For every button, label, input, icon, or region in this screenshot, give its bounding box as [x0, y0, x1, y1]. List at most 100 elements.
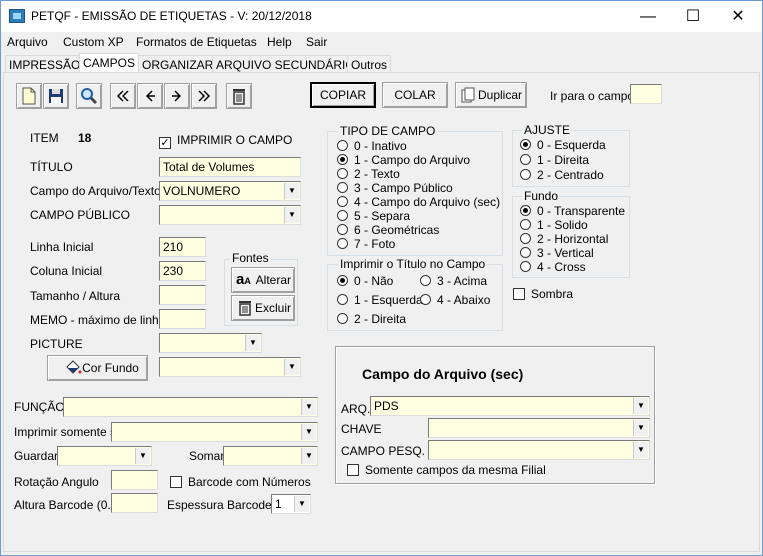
imprimir-campo-checkbox[interactable]: ✓ IMPRIMIR O CAMPO [159, 133, 292, 149]
imprimir-se-select[interactable]: ▼ [111, 422, 318, 442]
cor-fundo-select[interactable]: ▼ [159, 357, 301, 377]
duplicate-icon [461, 87, 475, 103]
fundo-option-2[interactable]: 2 - Horizontal [520, 232, 608, 246]
last-icon[interactable] [191, 83, 217, 109]
somar-select[interactable]: ▼ [223, 446, 318, 466]
menu-formatos[interactable]: Formatos de Etiquetas [136, 35, 257, 49]
fundo-option-4[interactable]: 4 - Cross [520, 260, 586, 274]
radio-unselected-icon [337, 196, 348, 207]
alterar-font-button[interactable]: aA Alterar [231, 267, 295, 293]
maximize-button[interactable]: ☐ [670, 1, 716, 32]
tab-impressao[interactable]: IMPRESSÃO [5, 55, 85, 73]
campo-arquivo-label: Campo do Arquivo/Texto [30, 184, 161, 198]
chave-select[interactable]: ▼ [428, 418, 650, 438]
trash-icon[interactable] [226, 83, 252, 109]
radio-selected-icon [337, 275, 348, 286]
option-label: 0 - Esquerda [537, 138, 606, 152]
fundo-option-0[interactable]: 0 - Transparente [520, 204, 625, 218]
option-label: 0 - Inativo [354, 139, 407, 153]
coluna-inicial-label: Coluna Inicial [30, 264, 103, 278]
radio-unselected-icon [420, 294, 431, 305]
somar-label: Somar [189, 449, 225, 463]
imprimir-titulo-option-2[interactable]: 2 - Direita [337, 312, 406, 326]
fundo-option-3[interactable]: 3 - Vertical [520, 246, 594, 260]
tamanho-input[interactable] [159, 285, 206, 305]
ir-para-input[interactable] [630, 84, 662, 104]
tipo-campo-option-3[interactable]: 3 - Campo Público [337, 181, 453, 195]
radio-unselected-icon [520, 261, 531, 272]
new-file-icon[interactable] [16, 83, 42, 109]
tipo-campo-option-6[interactable]: 6 - Geométricas [337, 223, 439, 237]
option-label: 3 - Vertical [537, 246, 594, 260]
barcode-numeros-label: Barcode com Números [188, 475, 311, 489]
espessura-select[interactable]: 1 ▼ [271, 494, 311, 514]
option-label: 2 - Direita [354, 312, 407, 326]
copiar-button[interactable]: COPIAR [310, 82, 376, 108]
mesma-filial-checkbox[interactable]: Somente campos da mesma Filial [347, 463, 546, 477]
picture-label: PICTURE [30, 337, 83, 351]
option-label: 1 - Campo do Arquivo [354, 153, 471, 167]
tipo-campo-option-5[interactable]: 5 - Separa [337, 209, 410, 223]
campo-publico-select[interactable]: ▼ [159, 205, 301, 225]
tipo-campo-option-1[interactable]: 1 - Campo do Arquivo [337, 153, 470, 167]
minimize-button[interactable]: — [625, 1, 671, 32]
campo-pesq-select[interactable]: ▼ [428, 440, 650, 460]
linha-inicial-input[interactable]: 210 [159, 237, 206, 257]
fundo-option-1[interactable]: 1 - Solido [520, 218, 588, 232]
ajuste-label: AJUSTE [522, 123, 573, 137]
titulo-input[interactable]: Total de Volumes [159, 157, 301, 177]
save-icon[interactable] [43, 83, 69, 109]
guardar-select[interactable]: ▼ [57, 446, 152, 466]
arq-select[interactable]: PDS ▼ [370, 396, 650, 416]
option-label: 6 - Geométricas [354, 223, 440, 237]
ajuste-option-2[interactable]: 2 - Centrado [520, 168, 604, 182]
ajuste-option-1[interactable]: 1 - Direita [520, 153, 589, 167]
imprimir-titulo-option-1[interactable]: 1 - Esquerda [337, 293, 423, 307]
radio-unselected-icon [337, 140, 348, 151]
cor-fundo-button[interactable]: Cor Fundo [47, 355, 148, 381]
colar-button[interactable]: COLAR [382, 82, 448, 108]
tab-organizar[interactable]: ORGANIZAR [138, 55, 218, 73]
ajuste-option-0[interactable]: 0 - Esquerda [520, 138, 606, 152]
coluna-inicial-input[interactable]: 230 [159, 261, 206, 281]
tipo-campo-label: TIPO DE CAMPO [338, 124, 438, 138]
campo-pesq-label: CAMPO PESQ. [341, 444, 426, 458]
funcao-select[interactable]: ▼ [63, 397, 318, 417]
tipo-campo-option-7[interactable]: 7 - Foto [337, 237, 395, 251]
tab-outros[interactable]: Outros [347, 55, 392, 73]
option-label: 5 - Separa [354, 209, 411, 223]
menu-sair[interactable]: Sair [306, 35, 327, 49]
tipo-campo-option-0[interactable]: 0 - Inativo [337, 139, 407, 153]
ir-para-label: Ir para o campo [550, 89, 635, 103]
imprimir-titulo-option-4[interactable]: 4 - Abaixo [420, 293, 490, 307]
tab-arquivo-secundario[interactable]: ARQUIVO SECUNDÁRIO [212, 55, 359, 73]
radio-unselected-icon [337, 210, 348, 221]
menu-custom-xp[interactable]: Custom XP [63, 35, 124, 49]
first-icon[interactable] [110, 83, 136, 109]
menu-arquivo[interactable]: Arquivo [7, 35, 48, 49]
option-label: 3 - Acima [437, 274, 488, 288]
memo-input[interactable] [159, 309, 206, 329]
imprimir-titulo-option-0[interactable]: 0 - Não [337, 274, 393, 288]
tipo-campo-option-2[interactable]: 2 - Texto [337, 167, 400, 181]
excluir-font-button[interactable]: Excluir [231, 295, 295, 321]
duplicar-button[interactable]: Duplicar [455, 82, 527, 108]
sec-panel-title: Campo do Arquivo (sec) [362, 366, 524, 382]
sombra-checkbox[interactable]: Sombra [513, 287, 573, 301]
barcode-numeros-checkbox[interactable]: Barcode com Números [170, 475, 311, 489]
close-button[interactable]: ✕ [715, 1, 761, 32]
campo-arquivo-select[interactable]: VOLNUMERO ▼ [159, 181, 301, 201]
tipo-campo-option-4[interactable]: 4 - Campo do Arquivo (sec) [337, 195, 500, 209]
altura-barcode-input[interactable] [111, 493, 158, 513]
rotacao-input[interactable] [111, 470, 158, 490]
espessura-label: Espessura Barcode [167, 498, 272, 512]
next-icon[interactable] [164, 83, 190, 109]
search-icon[interactable] [76, 83, 102, 109]
menu-help[interactable]: Help [267, 35, 292, 49]
tab-campos[interactable]: CAMPOS [79, 53, 140, 74]
option-label: 1 - Solido [537, 218, 588, 232]
option-label: 1 - Esquerda [354, 293, 423, 307]
imprimir-titulo-option-3[interactable]: 3 - Acima [420, 274, 487, 288]
picture-select[interactable]: ▼ [159, 333, 262, 353]
previous-icon[interactable] [137, 83, 163, 109]
